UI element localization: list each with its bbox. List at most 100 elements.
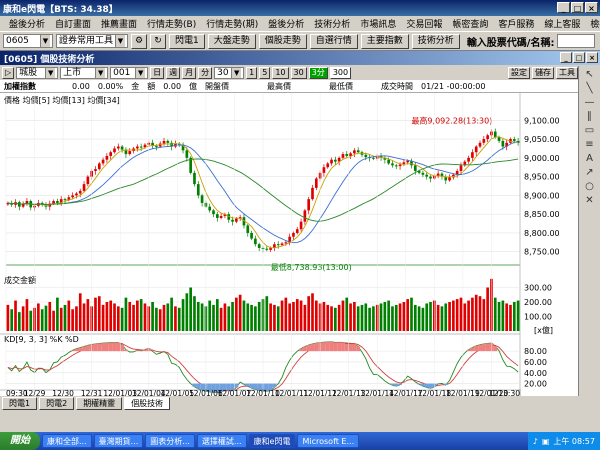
tab-stock-technical[interactable]: 個股技術 xyxy=(124,397,171,410)
period-week-button[interactable]: 週 xyxy=(166,67,181,79)
close-button[interactable]: × xyxy=(585,2,598,13)
minute-1-button[interactable]: 1 xyxy=(246,67,258,79)
toolbar-button-0[interactable]: 閃電1 xyxy=(169,33,205,49)
subwindow-maximize-button[interactable]: □ xyxy=(573,52,585,63)
tools-button[interactable]: 工具 xyxy=(556,67,578,79)
menu-item-8[interactable]: 交易回報 xyxy=(401,17,447,30)
market-combo[interactable]: 城股 ▼ xyxy=(16,67,59,79)
code-select[interactable]: 001 ▼ xyxy=(110,67,149,79)
trend-channel-icon[interactable]: ∥ xyxy=(582,111,598,122)
period-minute-button[interactable]: 分 xyxy=(198,67,213,79)
menu-item-3[interactable]: 行情走勢(B) xyxy=(142,17,201,30)
menu-item-5[interactable]: 盤後分析 xyxy=(263,17,309,30)
menu-item-12[interactable]: 檢視說明 xyxy=(585,17,600,30)
tool-combo[interactable]: 證券常用工具 ▼ xyxy=(56,34,128,48)
period-day-button[interactable]: 日 xyxy=(150,67,165,79)
volume-tick-label: 100.00 xyxy=(524,313,552,322)
subwindow-minimize-button[interactable]: _ xyxy=(560,52,572,63)
settings-button[interactable]: 設定 xyxy=(508,67,530,79)
volume-bar xyxy=(372,306,375,331)
chevron-down-icon[interactable]: ▼ xyxy=(231,68,242,78)
volume-bar xyxy=(345,297,349,331)
rectangle-icon[interactable]: ▭ xyxy=(582,125,598,136)
volume-bar xyxy=(512,302,516,331)
chevron-down-icon[interactable]: ▼ xyxy=(95,68,106,78)
line-tool-icon[interactable]: ╲ xyxy=(582,83,598,94)
tab-flash-1[interactable]: 閃電1 xyxy=(2,397,38,410)
amount-unit: 億 xyxy=(189,81,198,91)
menu-item-10[interactable]: 客戶服務 xyxy=(493,17,539,30)
menu-item-2[interactable]: 推薦畫面 xyxy=(96,17,142,30)
active-interval-button[interactable]: 3分 xyxy=(308,67,328,79)
start-button[interactable]: 開始 xyxy=(0,432,40,450)
minute-5-button[interactable]: 5 xyxy=(259,67,271,79)
tab-flash-2[interactable]: 閃電2 xyxy=(39,397,75,410)
maximize-button[interactable]: □ xyxy=(571,2,584,13)
delete-tool-icon[interactable]: ✕ xyxy=(582,195,598,206)
minute-10-button[interactable]: 10 xyxy=(272,67,289,79)
chevron-down-icon[interactable]: ▼ xyxy=(40,35,50,47)
chart-area[interactable]: 8,750.00 8,800.00 8,850.00 8,900.00 8,950.00… xyxy=(0,93,578,398)
settings-icon[interactable]: ⚙ xyxy=(131,33,147,49)
toolbar-button-3[interactable]: 自選行情 xyxy=(309,33,358,49)
cursor-icon[interactable]: ↖ xyxy=(582,69,598,80)
chevron-down-icon[interactable]: ▼ xyxy=(135,68,146,78)
text-tool-icon[interactable]: A xyxy=(582,153,598,164)
arrow-tool-icon[interactable]: ↗ xyxy=(582,167,598,178)
task-item-1[interactable]: 臺灣期貨... xyxy=(93,434,144,448)
task-item-0[interactable]: 康和全部... xyxy=(42,434,92,448)
menu-item-9[interactable]: 帳密查詢 xyxy=(447,17,493,30)
task-item-3[interactable]: 選擇權試... xyxy=(196,434,247,448)
save-button[interactable]: 儲存 xyxy=(532,67,554,79)
menu-item-0[interactable]: 盤後分析 xyxy=(4,17,50,30)
chevron-down-icon[interactable]: ▼ xyxy=(115,35,125,47)
task-item-5[interactable]: Microsoft E... xyxy=(297,434,360,448)
refresh-icon[interactable]: ↻ xyxy=(150,33,166,49)
menu-item-1[interactable]: 自訂畫面 xyxy=(50,17,96,30)
task-item-2[interactable]: 圖表分析... xyxy=(145,434,195,448)
candle-body xyxy=(341,154,345,158)
volume-bar xyxy=(21,306,25,331)
horizontal-line-icon[interactable]: — xyxy=(582,97,598,108)
minimize-button[interactable]: _ xyxy=(557,2,570,13)
play-icon[interactable]: ▷ xyxy=(2,67,15,79)
fibonacci-icon[interactable]: ≡ xyxy=(582,139,598,150)
minute-30-button[interactable]: 30 xyxy=(290,67,307,79)
volume-bar xyxy=(337,304,341,331)
menu-item-4[interactable]: 行情走勢(期) xyxy=(201,17,263,30)
volume-bar xyxy=(474,294,478,331)
speaker-icon[interactable]: ♪ xyxy=(533,437,538,446)
circle-tool-icon[interactable]: ○ xyxy=(582,181,598,192)
volume-bar xyxy=(334,307,337,331)
tab-options[interactable]: 期權精靈 xyxy=(76,397,123,410)
toolbar-button-1[interactable]: 大盤走勢 xyxy=(207,33,256,49)
task-item-4[interactable]: 康和e閃電 xyxy=(248,434,296,448)
exchange-combo[interactable]: 上市 ▼ xyxy=(60,67,109,79)
menu-item-11[interactable]: 線上客服 xyxy=(539,17,585,30)
technical-chart-svg[interactable]: 8,750.00 8,800.00 8,850.00 8,900.00 8,950.00… xyxy=(0,93,578,398)
volume-bar xyxy=(75,306,78,331)
candle-body xyxy=(394,165,398,167)
candle-body xyxy=(512,139,516,141)
toolbar-button-5[interactable]: 技術分析 xyxy=(411,33,460,49)
volume-bar xyxy=(67,300,71,331)
menu-item-6[interactable]: 技術分析 xyxy=(309,17,355,30)
candle-body xyxy=(246,225,250,233)
subwindow-close-button[interactable]: × xyxy=(586,52,598,63)
count-field[interactable]: 300 xyxy=(329,67,352,79)
toolbar-button-2[interactable]: 個股走勢 xyxy=(258,33,307,49)
menu-item-7[interactable]: 市場訊息 xyxy=(355,17,401,30)
chevron-down-icon[interactable]: ▼ xyxy=(45,68,56,78)
code-combo[interactable]: 0605 ▼ xyxy=(3,34,53,48)
volume-bar xyxy=(330,306,333,331)
stock-input[interactable] xyxy=(557,34,596,48)
volume-bar xyxy=(185,293,189,331)
network-icon[interactable]: ▣ xyxy=(542,437,550,446)
candle-body xyxy=(284,242,288,244)
candle-body xyxy=(345,154,349,156)
toolbar-button-4[interactable]: 主要指數 xyxy=(360,33,409,49)
period-value-combo[interactable]: 30 ▼ xyxy=(214,67,245,79)
period-month-button[interactable]: 月 xyxy=(182,67,197,79)
candle-body xyxy=(429,176,432,179)
volume-bar xyxy=(295,299,299,331)
